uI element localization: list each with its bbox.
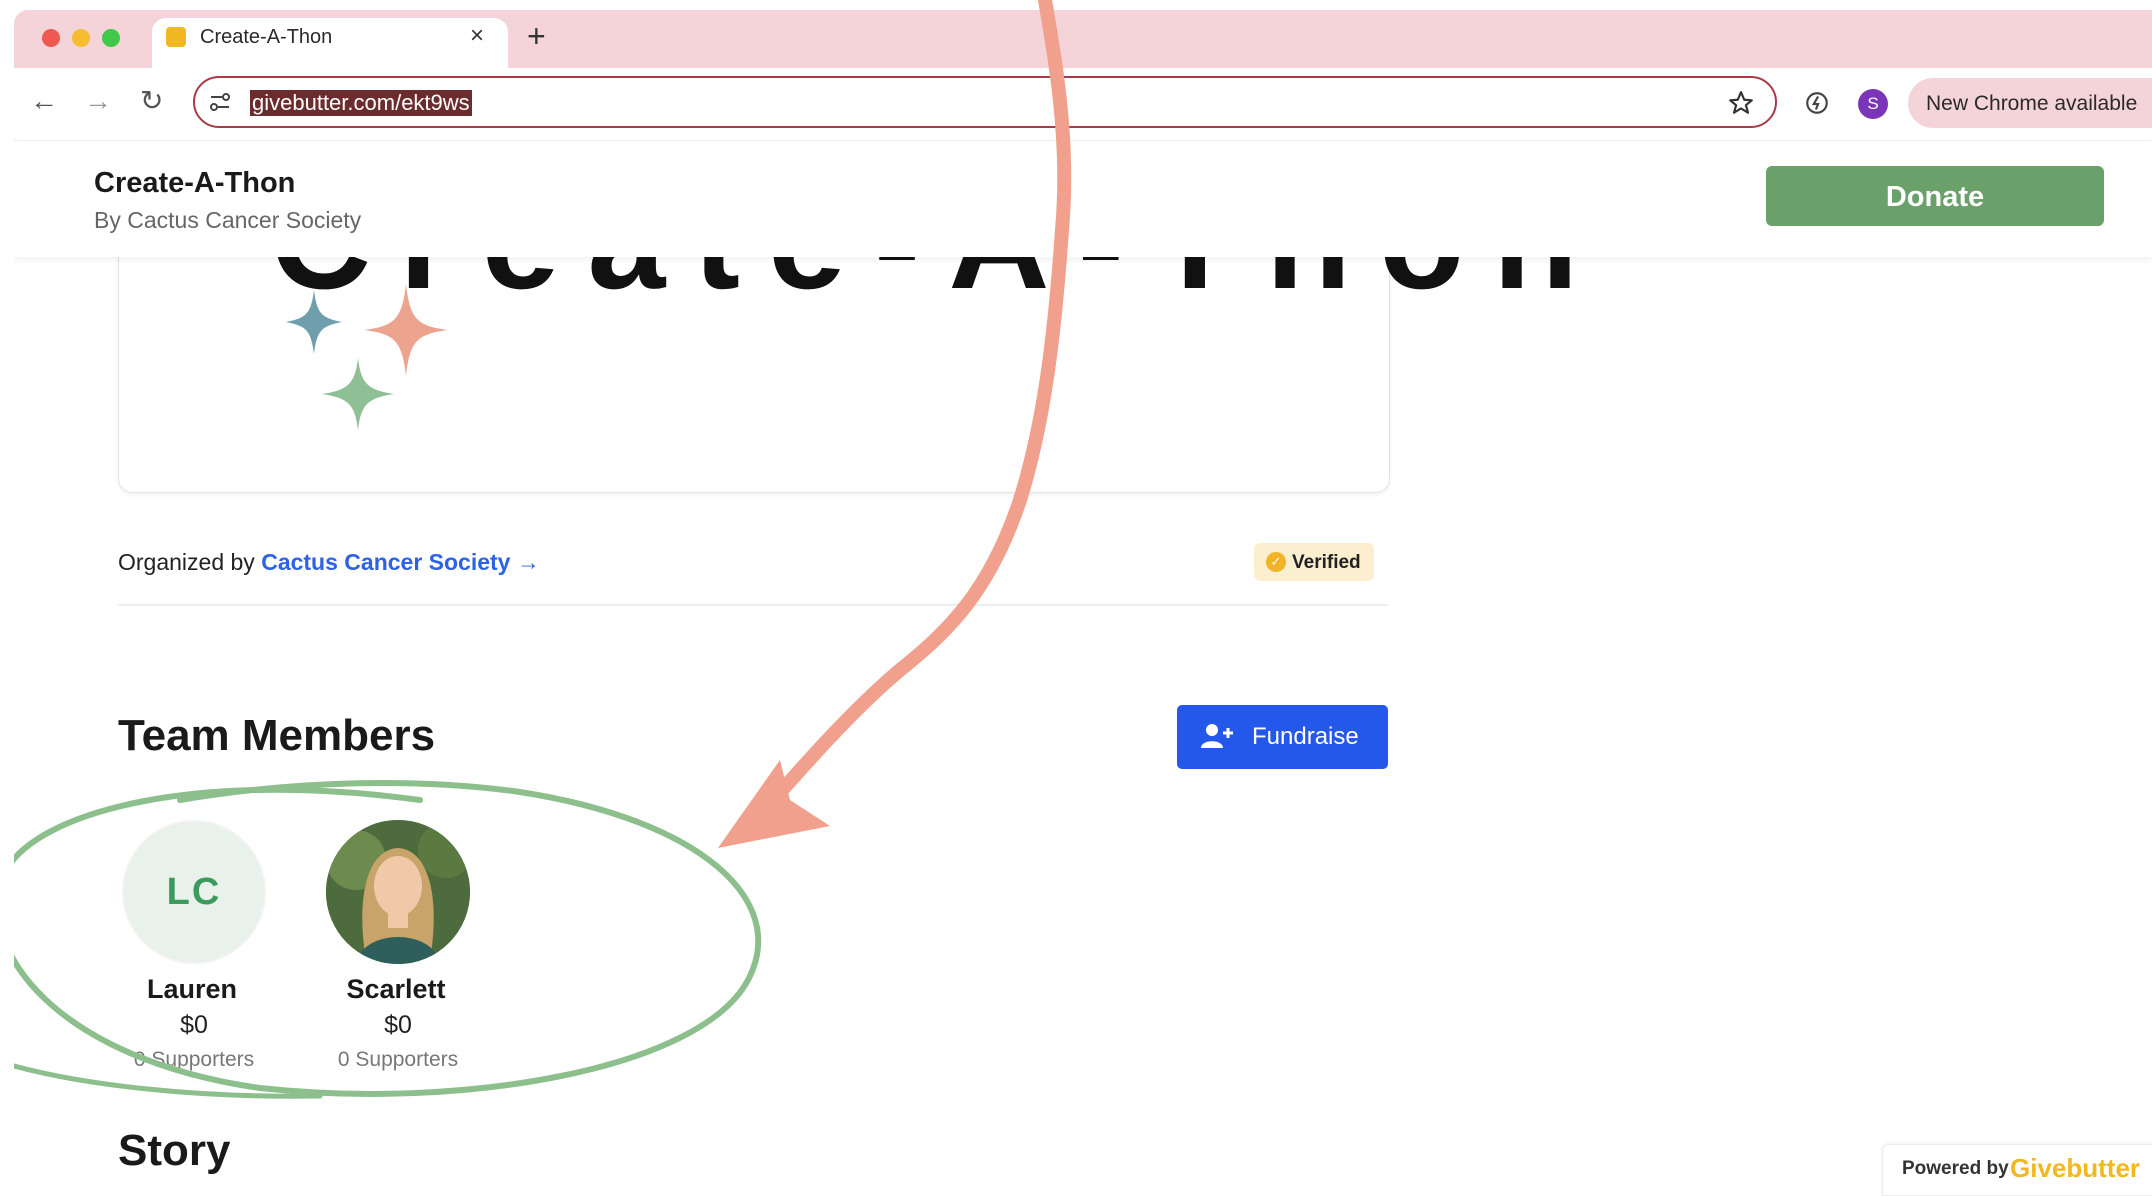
tab-close-icon[interactable]: × <box>470 23 484 49</box>
window-close-dot[interactable] <box>42 29 60 47</box>
member-avatar-lauren[interactable]: LC <box>122 820 266 964</box>
member-amount: $0 <box>180 1011 208 1039</box>
forward-arrow-icon[interactable]: → <box>84 86 112 116</box>
url-text[interactable]: givebutter.com/ekt9ws <box>250 90 472 116</box>
member-name[interactable]: Scarlett <box>296 973 496 1005</box>
sparkles-icon <box>286 284 448 430</box>
chrome-update-label: New Chrome available <box>1926 92 2138 115</box>
profile-avatar[interactable]: S <box>1858 89 1888 119</box>
member-supporters: 0 Supporters <box>133 1048 255 1071</box>
add-user-icon <box>1201 724 1233 748</box>
annotation-arrowhead <box>718 760 830 848</box>
tab-title: Create-A-Thon <box>200 26 333 48</box>
campaign-title: Create-A-Thon <box>94 167 296 199</box>
organizer-prefix: Organized by <box>118 549 262 575</box>
section-divider <box>118 604 1388 606</box>
member-avatar-scarlett[interactable] <box>326 820 470 964</box>
profile-photo <box>326 820 470 964</box>
givebutter-logo: Givebutter <box>2010 1153 2141 1183</box>
powered-by-label: Powered by <box>1902 1158 2009 1179</box>
campaign-subtitle: By Cactus Cancer Society <box>94 207 362 233</box>
team-members-heading: Team Members <box>118 711 436 760</box>
fundraise-label: Fundraise <box>1252 723 1359 750</box>
site-settings-icon[interactable] <box>208 90 232 119</box>
verified-check-icon: ✓ <box>1266 552 1286 572</box>
donate-button[interactable]: Donate <box>1766 166 2104 226</box>
verified-label: Verified <box>1292 552 1361 573</box>
organizer-line: Organized by Cactus Cancer Society → <box>118 548 540 576</box>
new-tab-icon[interactable]: + <box>527 19 546 53</box>
favicon-icon <box>166 27 186 47</box>
back-arrow-icon[interactable]: ← <box>30 86 58 116</box>
story-heading: Story <box>118 1126 231 1175</box>
star-icon[interactable] <box>1728 90 1754 121</box>
member-amount: $0 <box>384 1011 412 1039</box>
window-zoom-dot[interactable] <box>102 29 120 47</box>
window-minimize-dot[interactable] <box>72 29 90 47</box>
reload-icon[interactable]: ↻ <box>140 86 163 116</box>
member-name[interactable]: Lauren <box>92 973 292 1005</box>
member-supporters: 0 Supporters <box>337 1048 459 1071</box>
page-left-edge <box>0 0 14 1194</box>
organizer-link[interactable]: Cactus Cancer Society → <box>261 549 540 575</box>
extension-icon[interactable] <box>1804 90 1830 121</box>
